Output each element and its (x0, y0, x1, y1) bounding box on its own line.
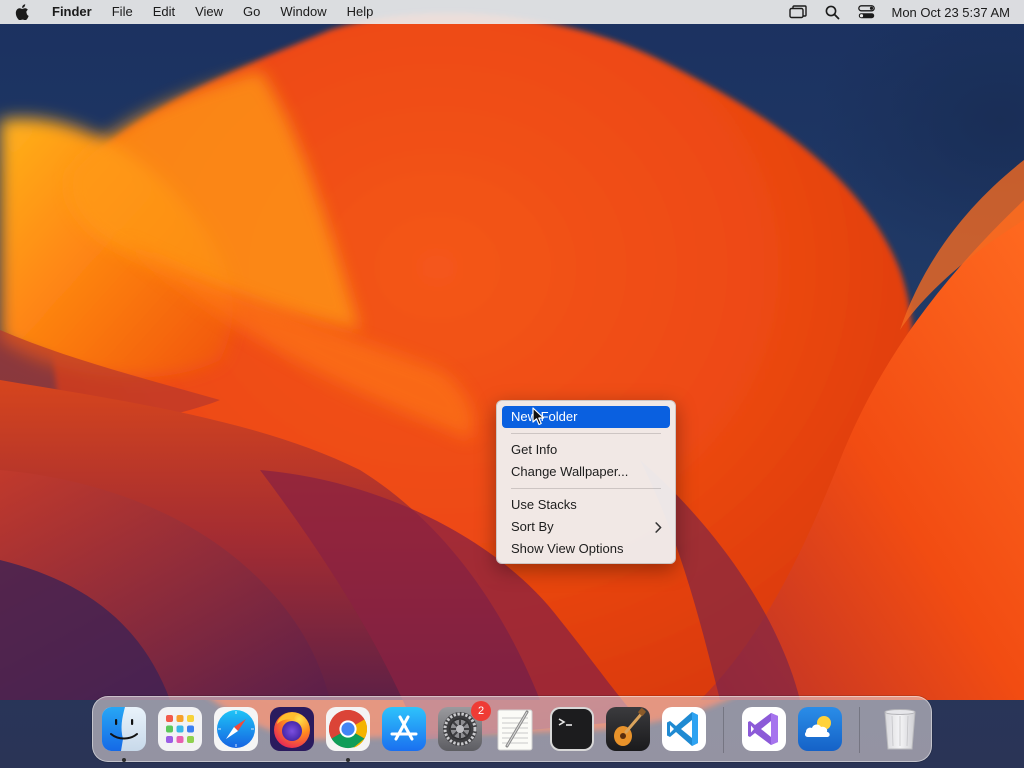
dock-app-textedit[interactable] (493, 706, 539, 752)
dock-divider (723, 707, 724, 753)
menu-help[interactable]: Help (337, 0, 384, 24)
dock: 2 (92, 696, 932, 762)
launchpad-icon (158, 707, 202, 751)
trash-icon (884, 709, 916, 750)
dock-app-terminal[interactable] (549, 706, 595, 752)
running-indicator (122, 758, 126, 762)
visual-studio-icon (742, 707, 786, 751)
mouse-pointer-icon (532, 407, 545, 431)
textedit-icon (497, 709, 533, 751)
dock-app-finder[interactable] (101, 706, 147, 752)
context-menu-sort-by-label: Sort By (511, 519, 554, 534)
finder-icon (102, 707, 146, 751)
dock-app-safari[interactable] (213, 706, 259, 752)
context-menu-use-stacks[interactable]: Use Stacks (502, 494, 670, 516)
running-indicator (346, 758, 350, 762)
apple-menu-icon[interactable] (0, 0, 44, 24)
dock-app-google-chrome[interactable] (325, 706, 371, 752)
screen-mirroring-icon[interactable] (781, 0, 815, 24)
context-menu-change-wallpaper[interactable]: Change Wallpaper... (502, 461, 670, 483)
dock-app-firefox[interactable] (269, 706, 315, 752)
menu-bar: Finder File Edit View Go Window Help Mon… (0, 0, 1024, 24)
spotlight-search-icon[interactable] (815, 0, 849, 24)
dock-divider (859, 707, 860, 753)
app-store-icon (382, 707, 426, 751)
menu-edit[interactable]: Edit (143, 0, 185, 24)
safari-icon (214, 707, 258, 751)
menu-window[interactable]: Window (270, 0, 336, 24)
chrome-icon (326, 707, 370, 751)
dock-app-visual-studio[interactable] (741, 706, 787, 752)
chevron-right-icon (655, 516, 662, 538)
firefox-icon (270, 707, 314, 751)
context-menu-show-view-options[interactable]: Show View Options (502, 538, 670, 560)
desktop-wallpaper[interactable] (0, 0, 1024, 768)
menu-view[interactable]: View (185, 0, 233, 24)
terminal-icon (550, 707, 594, 751)
desktop-context-menu: New Folder Get Info Change Wallpaper... … (496, 400, 676, 564)
menu-separator (502, 483, 670, 494)
dock-app-garageband[interactable] (605, 706, 651, 752)
menu-separator (502, 428, 670, 439)
vscode-icon (662, 707, 706, 751)
notification-badge: 2 (471, 701, 491, 721)
context-menu-get-info[interactable]: Get Info (502, 439, 670, 461)
dock-app-weather[interactable] (797, 706, 843, 752)
dock-app-visual-studio-code[interactable] (661, 706, 707, 752)
garageband-icon (606, 707, 650, 751)
weather-icon (798, 707, 842, 751)
context-menu-new-folder[interactable]: New Folder (502, 406, 670, 428)
menubar-clock[interactable]: Mon Oct 23 5:37 AM (883, 5, 1010, 20)
context-menu-sort-by[interactable]: Sort By (502, 516, 670, 538)
dock-app-launchpad[interactable] (157, 706, 203, 752)
control-center-icon[interactable] (849, 0, 883, 24)
dock-app-trash[interactable] (877, 706, 923, 752)
app-menu-finder[interactable]: Finder (44, 0, 102, 24)
menu-go[interactable]: Go (233, 0, 270, 24)
dock-app-app-store[interactable] (381, 706, 427, 752)
menu-file[interactable]: File (102, 0, 143, 24)
dock-app-system-settings[interactable]: 2 (437, 701, 491, 752)
